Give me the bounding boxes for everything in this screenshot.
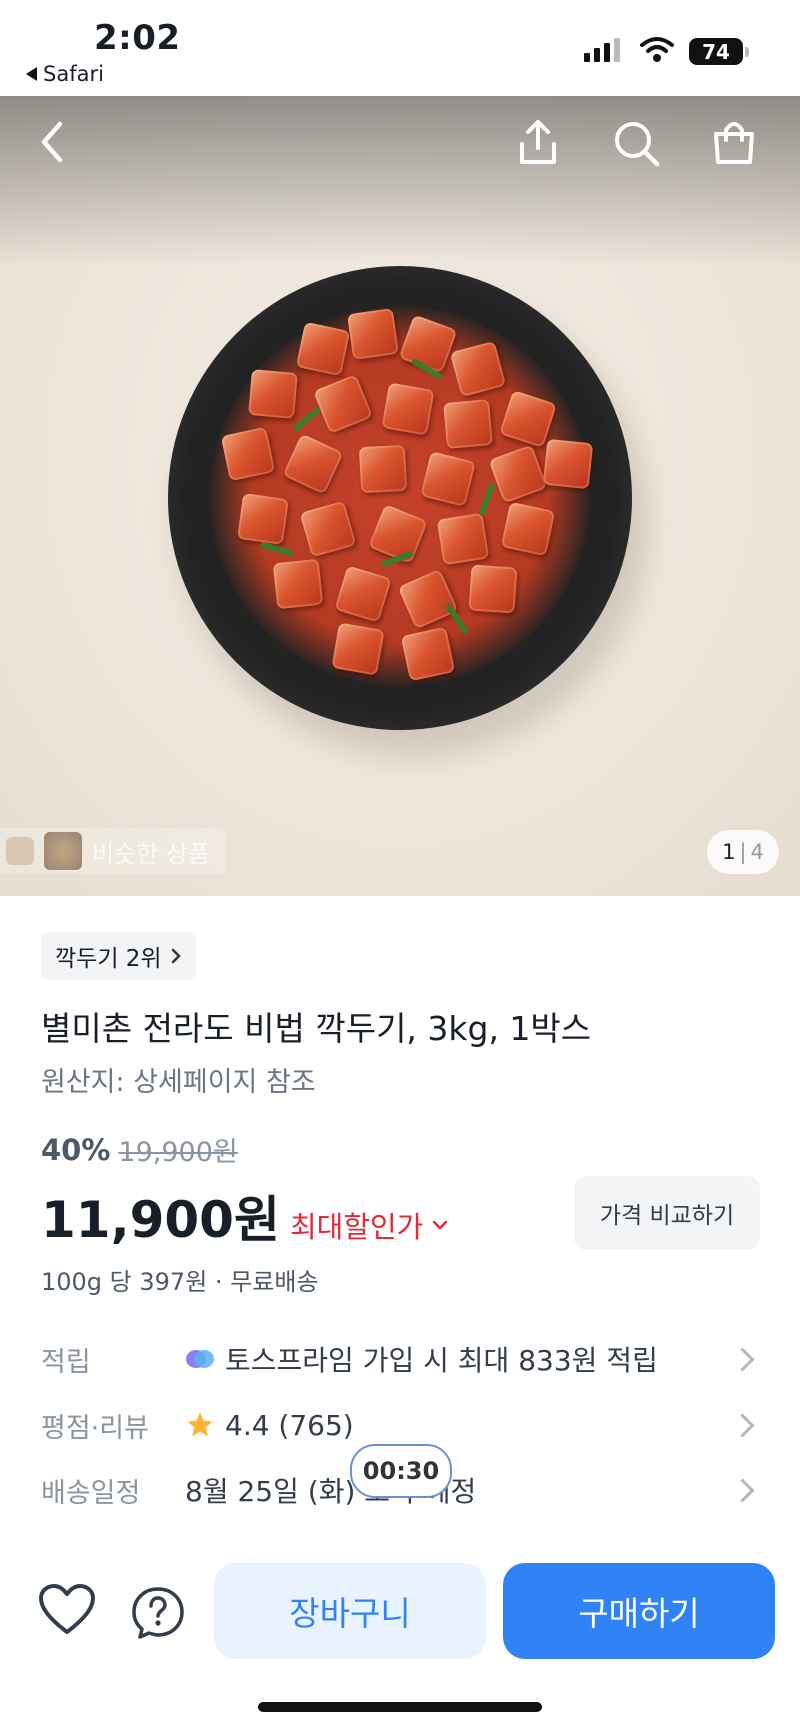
search-icon[interactable] (611, 116, 663, 168)
max-discount-dropdown[interactable]: 최대할인가 (290, 1204, 449, 1246)
status-time: 2:02 (94, 18, 181, 58)
product-title: 별미촌 전라도 비법 깍두기, 3kg, 1박스 (41, 1009, 592, 1048)
product-image[interactable] (0, 96, 800, 896)
question-icon[interactable] (130, 1585, 186, 1641)
chevron-right-icon (730, 1346, 755, 1372)
signal-icon (584, 38, 620, 62)
home-indicator[interactable] (258, 1702, 542, 1712)
similar-product-thumbnail (44, 832, 82, 870)
similar-product-thumbnail (6, 837, 34, 865)
star-icon (187, 1412, 213, 1437)
rating-value: 4.4 (765) (225, 1408, 354, 1442)
back-icon[interactable] (36, 116, 68, 168)
radish-cube (220, 426, 276, 482)
unit-price-shipping: 100g 당 397원 · 무료배송 (41, 1268, 319, 1296)
battery-icon: 74 (689, 38, 743, 65)
toss-prime-icon (186, 1350, 214, 1368)
radish-cube (248, 369, 298, 419)
radish-cube (443, 399, 493, 449)
heart-icon[interactable] (38, 1584, 96, 1636)
points-label: 적립 (41, 1346, 91, 1378)
radish-cube (381, 382, 435, 436)
radish-cube (358, 444, 408, 494)
radish-cube (347, 308, 399, 360)
image-counter: 1 | 4 (707, 830, 779, 874)
back-app-label: Safari (43, 62, 104, 86)
product-origin: 원산지: 상세페이지 참조 (41, 1067, 316, 1098)
image-counter-total: 4 (750, 840, 764, 864)
max-discount-label: 최대할인가 (289, 1210, 424, 1244)
share-icon[interactable] (514, 116, 562, 168)
add-to-cart-button[interactable]: 장바구니 (214, 1563, 486, 1659)
discount-percent: 40% (41, 1132, 111, 1167)
radish-cube (468, 564, 518, 614)
timer-badge[interactable]: 00:30 (350, 1444, 452, 1498)
radish-cube (400, 626, 456, 682)
similar-products-label: 비슷한 상품 (92, 839, 211, 868)
chevron-right-icon (730, 1477, 755, 1503)
radish-cube (436, 512, 490, 566)
radish-cube (331, 622, 385, 676)
image-counter-separator: | (739, 840, 747, 864)
price-row: 11,900원 최대할인가 (41, 1180, 449, 1252)
radish-cube (237, 493, 289, 545)
points-row[interactable]: 적립 토스프라임 가입 시 최대 833원 적립 (41, 1334, 761, 1384)
rank-badge[interactable]: 깍두기 2위 (41, 932, 196, 980)
radish-cube (500, 501, 556, 557)
similar-products-button[interactable]: 비슷한 상품 (0, 828, 225, 874)
points-value: 토스프라임 가입 시 최대 833원 적립 (225, 1344, 658, 1377)
rating-label: 평점·리뷰 (41, 1412, 149, 1444)
buy-now-button[interactable]: 구매하기 (503, 1563, 775, 1659)
shopping-bag-icon[interactable] (710, 116, 758, 168)
status-bar: 2:02 Safari 74 (0, 0, 800, 96)
rank-badge-label: 깍두기 2위 (55, 946, 162, 972)
header-gradient (0, 96, 800, 266)
delivery-label: 배송일정 (41, 1477, 141, 1509)
radish-cube (295, 321, 351, 377)
back-to-safari-link[interactable]: Safari (26, 62, 104, 86)
sale-price: 11,900원 (41, 1191, 280, 1249)
wifi-icon (640, 37, 674, 62)
chevron-right-icon (730, 1412, 755, 1438)
rating-row[interactable]: 평점·리뷰 4.4 (765) (41, 1400, 761, 1450)
discount-row: 40% 19,900원 (41, 1130, 238, 1169)
back-triangle-icon (26, 67, 37, 81)
radish-cube (272, 558, 324, 610)
chevron-right-icon (171, 948, 181, 964)
compare-price-button[interactable]: 가격 비교하기 (574, 1176, 760, 1250)
chevron-down-icon (433, 1220, 448, 1230)
battery-tip (745, 47, 749, 57)
original-price: 19,900원 (118, 1137, 238, 1168)
image-counter-current: 1 (722, 840, 736, 864)
radish-cube (542, 438, 594, 490)
